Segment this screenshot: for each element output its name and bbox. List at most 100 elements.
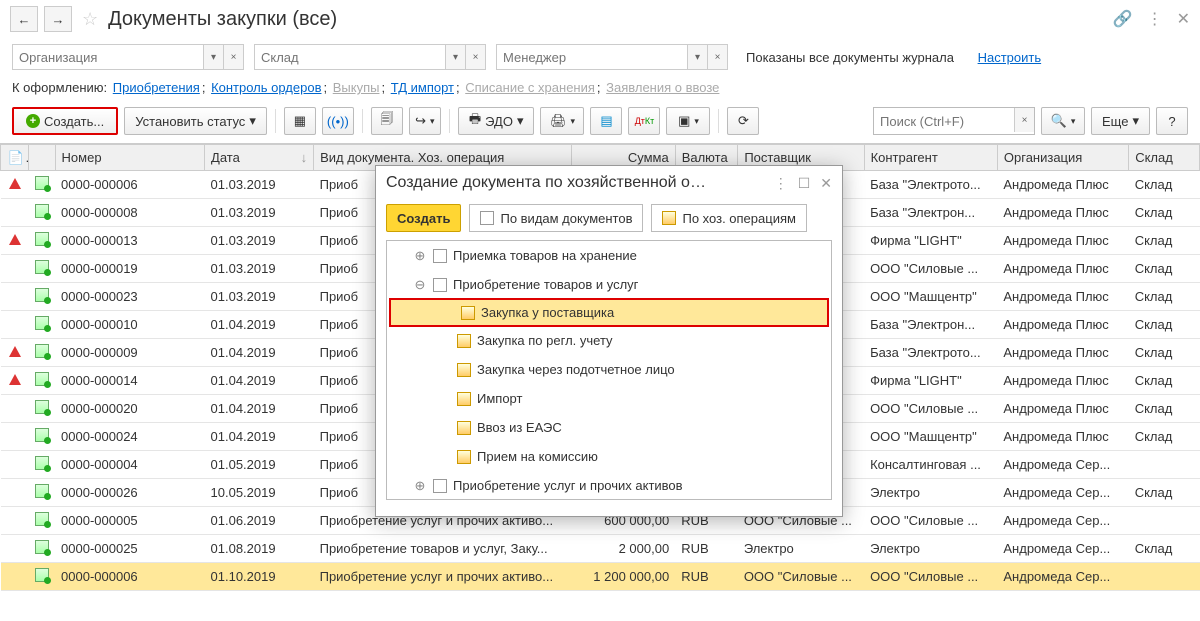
tree-item-label: Приобретение услуг и прочих активов [453,478,683,493]
doc-icon [480,211,494,225]
close-icon[interactable]: ✕ [1177,9,1190,29]
search-button[interactable]: 🔍▾ [1041,107,1085,135]
tree-item-label: Импорт [477,391,522,406]
search-input[interactable] [874,108,1014,134]
document-icon [35,176,49,190]
folder-icon [457,363,471,377]
table-row[interactable]: 0000-00002501.08.2019Приобретение товаро… [1,535,1200,563]
document-icon [35,372,49,386]
more-button[interactable]: Еще▾ [1091,107,1150,135]
paperclip-icon: 📄 [7,150,25,164]
tree-item[interactable]: ⊕ Приобретение услуг и прочих активов [387,471,831,500]
col-doc[interactable] [29,145,55,171]
folder-icon [457,421,471,435]
chevron-down-icon: ▾ [1132,113,1139,129]
main-toolbar: + Создать... Установить статус▾ ▦ ((•)) … [0,103,1200,143]
forward-button[interactable]: → [44,6,72,32]
chevron-down-icon: ▾ [430,116,435,127]
plus-icon: + [26,114,40,128]
tree-item[interactable]: Импорт [387,384,831,413]
barcode-button[interactable]: ▦ [284,107,316,135]
quick-link[interactable]: Списание с хранения [465,80,595,95]
tree-item[interactable]: Закупка через подотчетное лицо [387,355,831,384]
chevron-down-icon: ▾ [249,113,256,129]
link-icon[interactable]: 🔗 [1113,9,1133,29]
help-button[interactable]: ? [1156,107,1188,135]
quick-links: К оформлению: Приобретения; Контроль орд… [0,76,1200,103]
set-status-button[interactable]: Установить статус▾ [124,107,267,135]
header-bar: ← → ☆ Документы закупки (все) 🔗 ⋮ ✕ [0,0,1200,38]
dialog-create-button[interactable]: Создать [386,204,461,232]
col-org[interactable]: Организация [997,145,1128,171]
warning-icon [9,374,21,385]
col-contractor[interactable]: Контрагент [864,145,997,171]
quick-link[interactable]: Заявления о ввозе [606,80,719,95]
tree-item[interactable]: ⊖Приобретение товаров и услуг [387,270,831,299]
tree-item[interactable]: Ввоз из ЕАЭС [387,413,831,442]
sort-icon: ↓ [301,150,308,165]
close-icon[interactable]: ✕ [820,175,832,192]
by-doc-tab[interactable]: По видам документов [469,204,643,232]
filter-org-input[interactable] [13,45,203,69]
doc-icon [433,479,447,493]
print-button[interactable]: 🖨▾ [540,107,584,135]
broadcast-icon: ((•)) [327,114,349,129]
table-row[interactable]: 0000-00000601.10.2019Приобретение услуг … [1,563,1200,591]
filter-manager-input[interactable] [497,45,687,69]
operation-tree[interactable]: ⊕Приемка товаров на хранение⊖Приобретени… [386,240,832,500]
clear-icon[interactable]: × [223,45,243,69]
search-box[interactable]: × [873,107,1035,135]
quick-link[interactable]: Выкупы [333,80,380,95]
create-button[interactable]: + Создать... [12,107,118,135]
copy-button[interactable]: 🗐 [371,107,403,135]
clear-icon[interactable]: × [1014,108,1034,132]
quick-link[interactable]: Приобретения [113,80,200,95]
report-icon: ▤ [600,113,612,129]
quick-link[interactable]: ТД импорт [391,80,454,95]
tree-item-label: Ввоз из ЕАЭС [477,420,562,435]
col-date[interactable]: Дата ↓ [205,145,314,171]
dropdown-icon[interactable]: ▾ [445,45,465,69]
tree-toggle-icon[interactable]: ⊖ [413,277,427,293]
boxes-button[interactable]: ▣▾ [666,107,710,135]
document-icon [35,232,49,246]
configure-link[interactable]: Настроить [978,50,1042,65]
refresh-icon: ⟳ [738,113,749,129]
broadcast-button[interactable]: ((•)) [322,107,354,135]
kebab-icon[interactable]: ⋮ [774,175,788,192]
links-prefix: К оформлению: [12,80,107,95]
maximize-icon[interactable]: ☐ [798,175,811,192]
document-icon [35,512,49,526]
tree-item-label: Прием на комиссию [477,449,598,464]
tree-item[interactable]: ⊕Приемка товаров на хранение [387,241,831,270]
by-op-tab[interactable]: По хоз. операциям [651,204,806,232]
back-button[interactable]: ← [10,6,38,32]
tree-item[interactable]: Закупка по регл. учету [387,326,831,355]
tree-item[interactable]: Прием на комиссию [387,442,831,471]
filter-org[interactable]: ▾ × [12,44,244,70]
quick-link[interactable]: Контроль ордеров [211,80,321,95]
clear-icon[interactable]: × [707,45,727,69]
arrow-button[interactable]: ↪▾ [409,107,441,135]
col-warehouse[interactable]: Склад [1129,145,1200,171]
col-status[interactable]: 📄 [1,145,29,171]
clear-icon[interactable]: × [465,45,485,69]
dropdown-icon[interactable]: ▾ [687,45,707,69]
col-number[interactable]: Номер [55,145,204,171]
kebab-icon[interactable]: ⋮ [1147,9,1163,29]
dropdown-icon[interactable]: ▾ [203,45,223,69]
tree-item[interactable]: Закупка у поставщика [389,298,829,327]
refresh-button[interactable]: ⟳ [727,107,759,135]
edo-button[interactable]: 🖶ЭДО▾ [458,107,535,135]
tree-toggle-icon[interactable]: ⊕ [413,248,427,264]
report-button[interactable]: ▤ [590,107,622,135]
filter-warehouse[interactable]: ▾ × [254,44,486,70]
document-icon [35,260,49,274]
dtkt-icon: ДтКт [635,116,655,126]
tree-toggle-icon[interactable]: ⊕ [413,478,427,494]
filter-manager[interactable]: ▾ × [496,44,728,70]
favorite-icon[interactable]: ☆ [82,9,98,30]
create-dialog: Создание документа по хозяйственной о… ⋮… [375,165,843,517]
dtkt-button[interactable]: ДтКт [628,107,660,135]
filter-warehouse-input[interactable] [255,45,445,69]
